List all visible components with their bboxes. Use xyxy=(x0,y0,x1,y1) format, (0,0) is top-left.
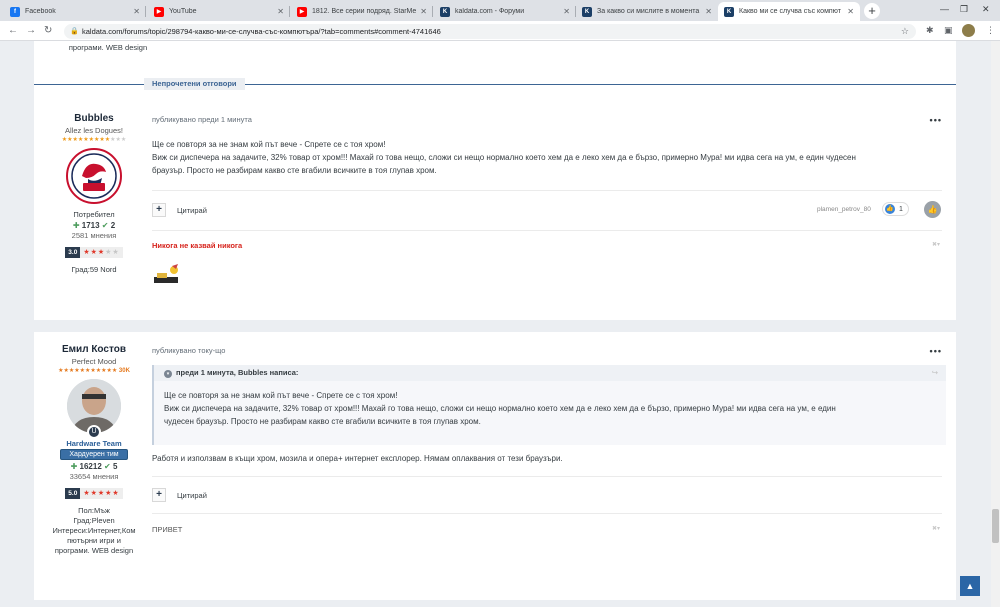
author-rating: 3.0 ★★★★★ xyxy=(65,247,123,258)
author-panel: Емил Костов Perfect Mood ★★★★★★★★★★★ 30K… xyxy=(34,344,154,556)
bookmark-star-icon[interactable]: ☆ xyxy=(901,24,909,39)
kaldata-icon: K xyxy=(440,6,450,17)
post-menu-button[interactable]: ••• xyxy=(930,115,942,125)
quote-block: ▾ преди 1 минута, Bubbles написа: ↪ Ще се… xyxy=(152,365,946,445)
youtube-icon: ▶ xyxy=(297,6,307,17)
post-timestamp[interactable]: публикувано преди 1 минута xyxy=(152,115,942,124)
reaction-count[interactable]: 👍 1 xyxy=(882,202,909,216)
author-title: Allez les Dogues! xyxy=(65,126,123,135)
forward-icon[interactable]: → xyxy=(26,25,36,36)
signature-text: ПРИВЕТ xyxy=(152,525,183,534)
close-icon[interactable]: ✕ xyxy=(847,7,854,16)
kaldata-icon: K xyxy=(724,6,734,17)
previous-post-card: програми. WEB design xyxy=(34,41,956,107)
check-circle-icon: ✔ xyxy=(101,221,109,230)
hide-signature-icon[interactable]: ✖▾ xyxy=(932,525,940,532)
browser-tabbar: f Facebook ✕ ▶ YouTube ✕ ▶ 1812. Все сер… xyxy=(0,0,1000,21)
author-name[interactable]: Bubbles xyxy=(34,113,154,124)
quote-link-icon[interactable]: ↪ xyxy=(932,365,938,381)
reputation-plus-icon: ✚ xyxy=(70,462,78,471)
maximize-icon[interactable]: ❐ xyxy=(960,4,968,15)
quote-body: Ще се повторя за не знам кой път вече - … xyxy=(164,391,836,426)
tab-kaldata-forums[interactable]: K kaldata.com - Форуми ✕ xyxy=(434,2,576,21)
rank-stars: ★★★★★★★★★★★ 30K xyxy=(58,368,130,374)
author-gender: Пол:Мъж xyxy=(78,506,110,515)
author-panel: Bubbles Allez les Dogues! ★★★★★★★★★★★★ П… xyxy=(34,113,154,275)
tab-facebook[interactable]: f Facebook ✕ xyxy=(4,2,146,21)
new-tab-button[interactable]: + xyxy=(864,3,880,19)
author-avatar[interactable] xyxy=(66,148,122,204)
thumbs-up-icon: 👍 xyxy=(885,204,895,214)
rating-stars: ★★★★★ xyxy=(80,247,123,258)
reactor-name[interactable]: plamen_petrov_80 xyxy=(817,206,871,213)
back-to-top-button[interactable]: ▲ xyxy=(960,576,980,596)
kaldata-icon: K xyxy=(582,6,592,17)
close-icon[interactable]: ✕ xyxy=(277,7,284,16)
scrollbar-thumb[interactable] xyxy=(992,509,999,543)
author-reputation: ✚ 1713 ✔ 2 xyxy=(72,221,116,230)
close-icon[interactable]: ✕ xyxy=(133,7,140,16)
close-icon[interactable]: ✕ xyxy=(420,7,427,16)
author-interests: Интереси:Интернет,Ком xyxy=(52,526,136,535)
extension-icon[interactable]: ▣ xyxy=(944,25,953,36)
tab-active[interactable]: K Какво ми се случва със компют ✕ xyxy=(718,2,860,21)
post-content: публикувано преди 1 минута ••• Ще се пов… xyxy=(152,115,942,315)
signature-text: Никога не казвай никога xyxy=(152,241,243,250)
react-button[interactable]: 👍 xyxy=(924,201,941,218)
hide-signature-icon[interactable]: ✖▾ xyxy=(932,241,940,248)
author-city: Град:59 Nord xyxy=(71,265,117,274)
quote-button[interactable]: Цитирай xyxy=(177,206,207,215)
post-menu-button[interactable]: ••• xyxy=(930,346,942,356)
author-team: Hardware Team xyxy=(66,439,122,448)
team-badge-icon: U xyxy=(87,425,101,439)
menu-icon[interactable]: ⋮ xyxy=(986,25,995,36)
quote-button[interactable]: Цитирай xyxy=(177,491,207,500)
check-circle-icon: ✔ xyxy=(104,462,111,471)
author-interests: програми. WEB design xyxy=(68,43,148,52)
rank-stars: ★★★★★★★★★★★★ xyxy=(61,137,127,143)
back-icon[interactable]: ← xyxy=(8,25,18,36)
reload-icon[interactable]: ↻ xyxy=(44,25,52,36)
author-name[interactable]: Емил Костов xyxy=(34,344,154,355)
tab-youtube-series[interactable]: ▶ 1812. Все серии подряд. StarMe ✕ xyxy=(291,2,433,21)
tab-kaldata-thoughts[interactable]: K За какво си мислите в моментa ✕ xyxy=(576,2,718,21)
losc-logo-icon xyxy=(66,148,122,204)
group-badge: Хардуерен тим xyxy=(60,449,128,460)
quote-header: ▾ преди 1 минута, Bubbles написа: ↪ xyxy=(154,365,946,381)
unread-divider: Непрочетени отговори xyxy=(34,78,956,90)
multiquote-button[interactable]: + xyxy=(152,203,166,217)
facebook-icon: f xyxy=(10,6,20,17)
rating-stars: ★★★★★ xyxy=(80,488,123,499)
signature-image xyxy=(154,264,178,283)
author-post-count: 2581 мнения xyxy=(71,231,117,240)
author-reputation: ✚ 16212 ✔ 5 xyxy=(70,462,118,471)
unread-label: Непрочетени отговори xyxy=(144,78,245,90)
post-card: Bubbles Allez les Dogues! ★★★★★★★★★★★★ П… xyxy=(34,102,956,320)
author-rating: 5.0 ★★★★★ xyxy=(65,488,123,499)
extensions-icon[interactable]: ✱ xyxy=(926,25,934,36)
post-content: публикувано току-що ••• ▾ преди 1 минута,… xyxy=(152,346,946,596)
quote-expand-icon[interactable]: ▾ xyxy=(164,370,172,378)
reputation-plus-icon: ✚ xyxy=(72,221,80,230)
window-close-icon[interactable]: ✕ xyxy=(982,4,990,15)
multiquote-button[interactable]: + xyxy=(152,488,166,502)
author-city: Град:Pleven xyxy=(73,516,115,525)
post-timestamp[interactable]: публикувано току-що xyxy=(152,346,942,355)
profile-avatar[interactable] xyxy=(962,24,975,37)
author-title: Perfect Mood xyxy=(71,357,117,366)
close-icon[interactable]: ✕ xyxy=(563,7,570,16)
close-icon[interactable]: ✕ xyxy=(705,7,712,16)
minimize-icon[interactable]: — xyxy=(940,4,949,14)
post-body: Работя и използвам в къщи хром, мозила и… xyxy=(152,454,563,463)
youtube-icon: ▶ xyxy=(154,6,164,17)
author-group: Потребител xyxy=(73,210,115,219)
lock-icon[interactable]: 🔒 xyxy=(70,24,79,39)
address-toolbar: ← → ↻ 🔒 kaldata.com/forums/topic/298794-… xyxy=(0,21,1000,41)
post-card: Емил Костов Perfect Mood ★★★★★★★★★★★ 30K… xyxy=(34,332,956,600)
author-post-count: 33654 мнения xyxy=(69,472,119,481)
tab-youtube[interactable]: ▶ YouTube ✕ xyxy=(148,2,290,21)
url-bar[interactable]: 🔒 kaldata.com/forums/topic/298794-какво-… xyxy=(64,24,916,39)
page-viewport: програми. WEB design Непрочетени отговор… xyxy=(0,41,1000,607)
post-body: Ще се повторя за не знам кой път вече - … xyxy=(152,140,856,175)
